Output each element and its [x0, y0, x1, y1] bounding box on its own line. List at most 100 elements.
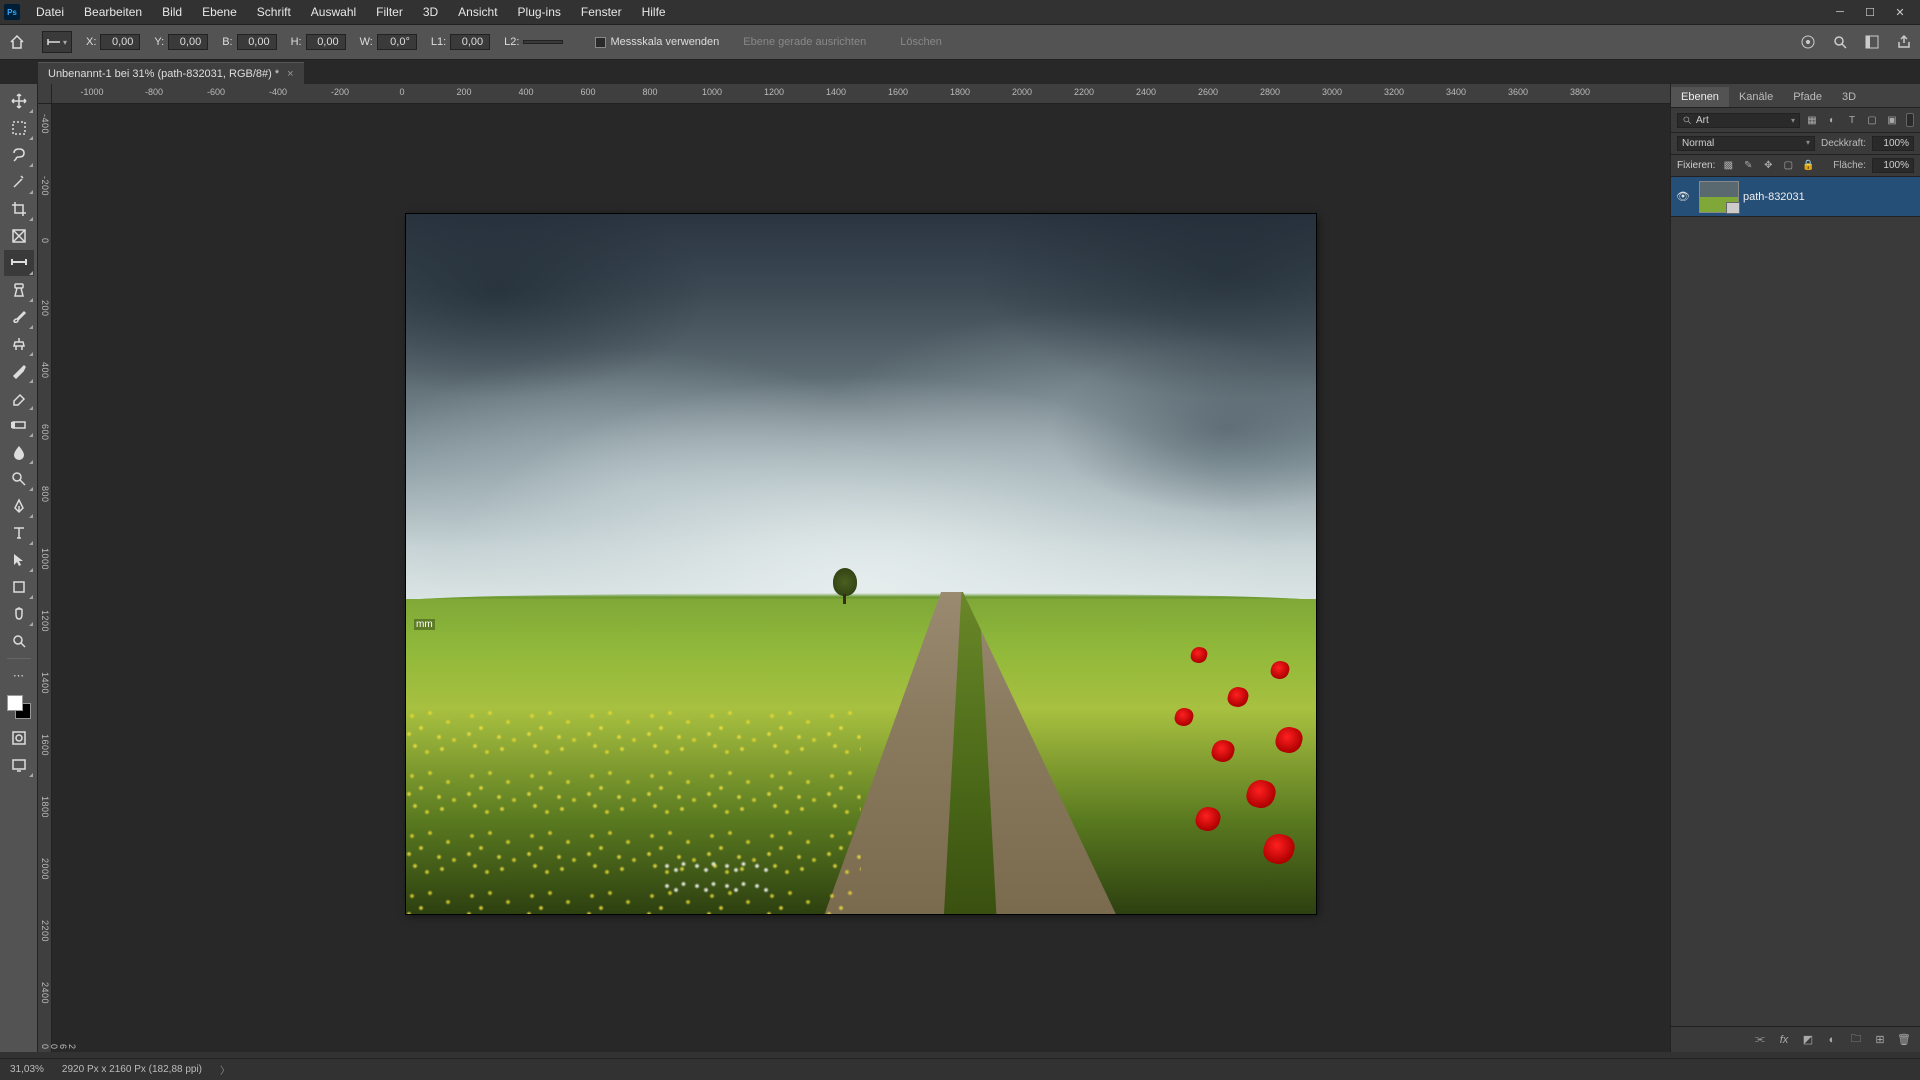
search-icon[interactable] [1830, 32, 1850, 52]
layer-thumbnail[interactable] [1699, 181, 1739, 213]
close-tab-icon[interactable]: × [287, 68, 293, 80]
blur-tool[interactable] [4, 439, 34, 465]
lock-artboard-icon[interactable]: ▢ [1781, 159, 1795, 173]
status-doc-info[interactable]: 2920 Px x 2160 Px (182,88 ppi) [62, 1064, 202, 1075]
layer-group-icon[interactable]: 🗀 [1848, 1032, 1864, 1048]
clone-stamp-tool[interactable] [4, 331, 34, 357]
menu-plugins[interactable]: Plug-ins [510, 3, 569, 21]
marquee-tool[interactable] [4, 115, 34, 141]
menu-auswahl[interactable]: Auswahl [303, 3, 364, 21]
opt-w-value[interactable]: 0,0° [377, 34, 417, 50]
filter-adjust-icon[interactable]: ◐ [1824, 112, 1840, 128]
menu-hilfe[interactable]: Hilfe [634, 3, 674, 21]
delete-layer-icon[interactable]: 🗑 [1896, 1032, 1912, 1048]
workspace-icon[interactable] [1862, 32, 1882, 52]
canvas-stage[interactable]: mm [52, 104, 1670, 1052]
opt-x-value[interactable]: 0,00 [100, 34, 140, 50]
type-tool[interactable] [4, 520, 34, 546]
filter-pixel-icon[interactable]: ▦ [1804, 112, 1820, 128]
straighten-layer-button[interactable]: Ebene gerade ausrichten [733, 34, 876, 50]
menu-ebene[interactable]: Ebene [194, 3, 245, 21]
new-layer-icon[interactable]: ⊞ [1872, 1032, 1888, 1048]
filter-toggle[interactable] [1906, 113, 1914, 127]
color-swatches[interactable] [7, 695, 31, 719]
tab-kanaele[interactable]: Kanäle [1729, 87, 1783, 107]
lock-all-icon[interactable]: 🔒 [1801, 159, 1815, 173]
frame-tool[interactable] [4, 223, 34, 249]
menu-bild[interactable]: Bild [154, 3, 190, 21]
zoom-tool[interactable] [4, 628, 34, 654]
clear-button[interactable]: Löschen [890, 34, 952, 50]
layer-style-icon[interactable]: fx [1776, 1032, 1792, 1048]
close-button[interactable]: ✕ [1888, 3, 1912, 21]
opt-b-value[interactable]: 0,00 [237, 34, 277, 50]
screen-mode-icon[interactable] [4, 752, 34, 778]
crop-tool[interactable] [4, 196, 34, 222]
blend-mode-select[interactable]: Normal▾ [1677, 136, 1815, 151]
tool-preset-picker[interactable]: ▾ [42, 31, 72, 53]
menu-fenster[interactable]: Fenster [573, 3, 630, 21]
quick-mask-icon[interactable] [4, 725, 34, 751]
magic-wand-tool[interactable] [4, 169, 34, 195]
document-tabs: Unbenannt-1 bei 31% (path-832031, RGB/8#… [0, 60, 1920, 84]
ruler-origin[interactable] [38, 84, 52, 104]
pen-tool[interactable] [4, 493, 34, 519]
menu-filter[interactable]: Filter [368, 3, 411, 21]
link-layers-icon[interactable]: ⫘ [1752, 1032, 1768, 1048]
menu-3d[interactable]: 3D [415, 3, 446, 21]
filter-smart-icon[interactable]: ▣ [1884, 112, 1900, 128]
dodge-tool[interactable] [4, 466, 34, 492]
eyedropper-tool[interactable] [4, 250, 34, 276]
healing-brush-tool[interactable] [4, 277, 34, 303]
layer-visibility-icon[interactable]: 👁 [1671, 190, 1695, 203]
filter-shape-icon[interactable]: ▢ [1864, 112, 1880, 128]
opt-l1-value[interactable]: 0,00 [450, 34, 490, 50]
document-canvas[interactable]: mm [406, 214, 1316, 914]
shape-tool[interactable] [4, 574, 34, 600]
lasso-tool[interactable] [4, 142, 34, 168]
foreground-color-swatch[interactable] [7, 695, 23, 711]
gradient-tool[interactable] [4, 412, 34, 438]
lock-position-icon[interactable]: ✥ [1761, 159, 1775, 173]
opt-b-label: B: [222, 36, 232, 48]
edit-toolbar-icon[interactable]: ⋯ [4, 662, 34, 688]
opt-y-value[interactable]: 0,00 [168, 34, 208, 50]
tab-3d[interactable]: 3D [1832, 87, 1866, 107]
eraser-tool[interactable] [4, 385, 34, 411]
layer-filter-select[interactable]: Art ▾ [1677, 113, 1800, 128]
layer-name[interactable]: path-832031 [1743, 191, 1805, 203]
brush-tool[interactable] [4, 304, 34, 330]
menu-ansicht[interactable]: Ansicht [450, 3, 505, 21]
maximize-button[interactable]: ☐ [1858, 3, 1882, 21]
filter-type-icon[interactable]: T [1844, 112, 1860, 128]
hand-tool[interactable] [4, 601, 34, 627]
horizontal-ruler[interactable]: -1000-800-600-400-2000200400600800100012… [52, 84, 1670, 104]
tab-ebenen[interactable]: Ebenen [1671, 87, 1729, 107]
lock-transparency-icon[interactable]: ▩ [1721, 159, 1735, 173]
menu-schrift[interactable]: Schrift [249, 3, 299, 21]
menu-datei[interactable]: Datei [28, 3, 72, 21]
opt-h-value[interactable]: 0,00 [306, 34, 346, 50]
opt-x-label: X: [86, 36, 96, 48]
home-button[interactable] [6, 31, 28, 53]
status-zoom[interactable]: 31,03% [10, 1064, 44, 1075]
menu-bearbeiten[interactable]: Bearbeiten [76, 3, 150, 21]
opacity-value[interactable]: 100% [1872, 136, 1914, 151]
minimize-button[interactable]: ─ [1828, 3, 1852, 21]
tab-pfade[interactable]: Pfade [1783, 87, 1832, 107]
path-selection-tool[interactable] [4, 547, 34, 573]
use-scale-checkbox[interactable] [595, 37, 606, 48]
opt-l2-value[interactable] [523, 40, 563, 44]
cloud-docs-icon[interactable] [1798, 32, 1818, 52]
adjustment-layer-icon[interactable]: ◐ [1824, 1032, 1840, 1048]
move-tool[interactable] [4, 88, 34, 114]
share-icon[interactable] [1894, 32, 1914, 52]
status-info-menu-icon[interactable]: 〉 [220, 1062, 230, 1077]
layer-row[interactable]: 👁 path-832031 [1671, 177, 1920, 217]
document-tab[interactable]: Unbenannt-1 bei 31% (path-832031, RGB/8#… [38, 62, 304, 84]
lock-pixels-icon[interactable]: ✎ [1741, 159, 1755, 173]
fill-value[interactable]: 100% [1872, 158, 1914, 173]
vertical-ruler[interactable]: - 4 0 0- 2 0 002 0 04 0 06 0 08 0 01 0 0… [38, 104, 52, 1052]
layer-mask-icon[interactable]: ◩ [1800, 1032, 1816, 1048]
history-brush-tool[interactable] [4, 358, 34, 384]
